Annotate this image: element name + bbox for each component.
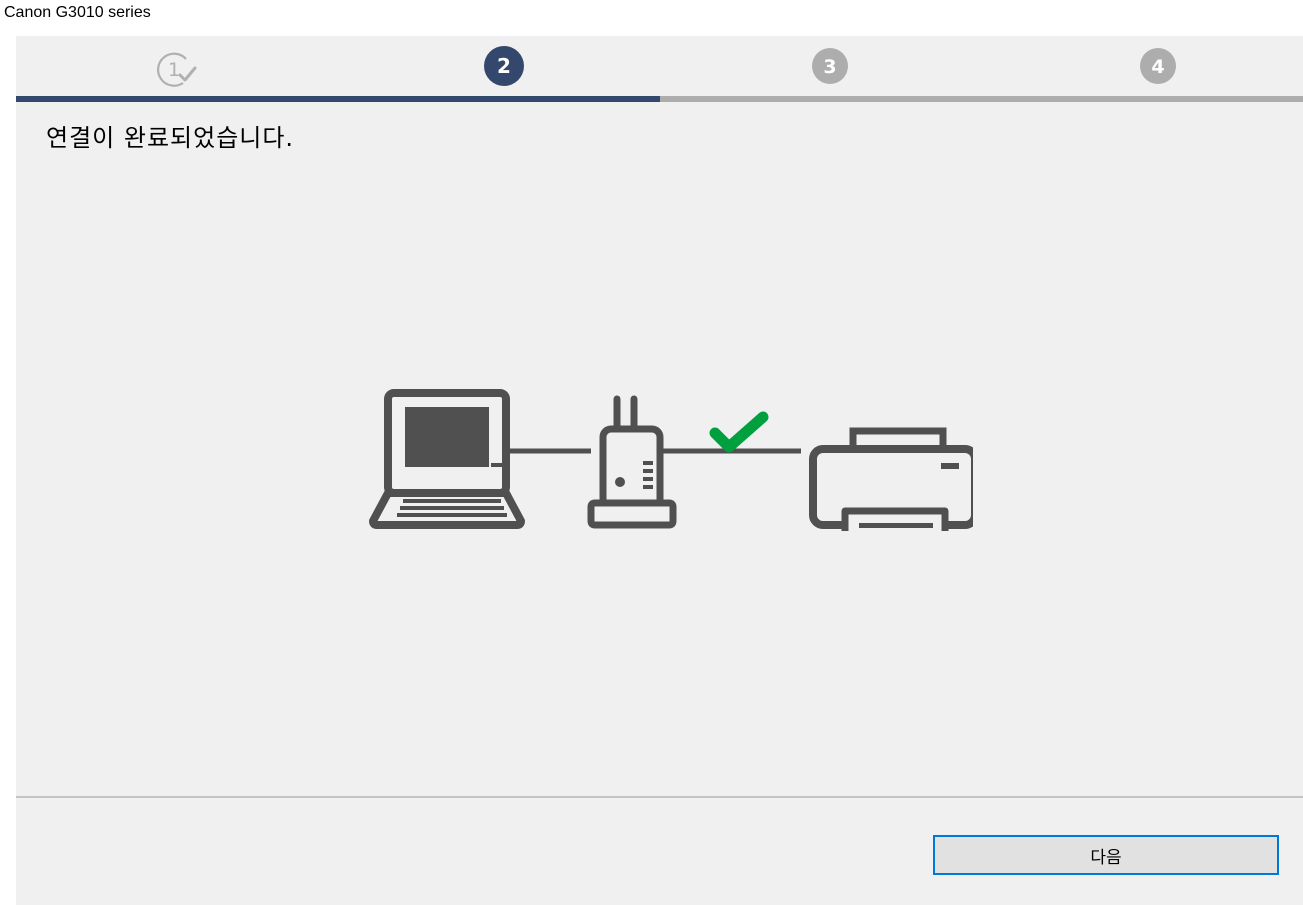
check-circle-icon: 1	[157, 52, 197, 87]
printer-icon	[809, 427, 973, 531]
title-bar: Canon G3010 series	[0, 0, 1303, 36]
step-4-number: 4	[1151, 56, 1164, 78]
window-title: Canon G3010 series	[4, 4, 151, 21]
step-2: 2	[480, 46, 528, 94]
progress-fill	[16, 96, 660, 102]
step-2-number: 2	[497, 54, 511, 78]
step-indicator: 1 2 3 4	[16, 36, 1303, 102]
step-1-number: 1	[168, 59, 180, 81]
laptop-icon	[369, 389, 525, 529]
footer-divider	[16, 796, 1303, 798]
installer-window: 1 2 3 4 연결이 완료되었습니다. 다음	[16, 36, 1303, 905]
next-button[interactable]: 다음	[933, 835, 1279, 875]
step-3: 3	[806, 46, 854, 94]
router-icon	[587, 395, 677, 529]
step-4: 4	[1134, 46, 1182, 94]
progress-bar	[16, 96, 1303, 102]
page-heading: 연결이 완료되었습니다.	[46, 124, 295, 152]
checkmark-icon	[709, 411, 769, 453]
connection-illustration	[369, 389, 973, 531]
step-1: 1	[153, 46, 201, 94]
step-3-number: 3	[823, 56, 836, 78]
